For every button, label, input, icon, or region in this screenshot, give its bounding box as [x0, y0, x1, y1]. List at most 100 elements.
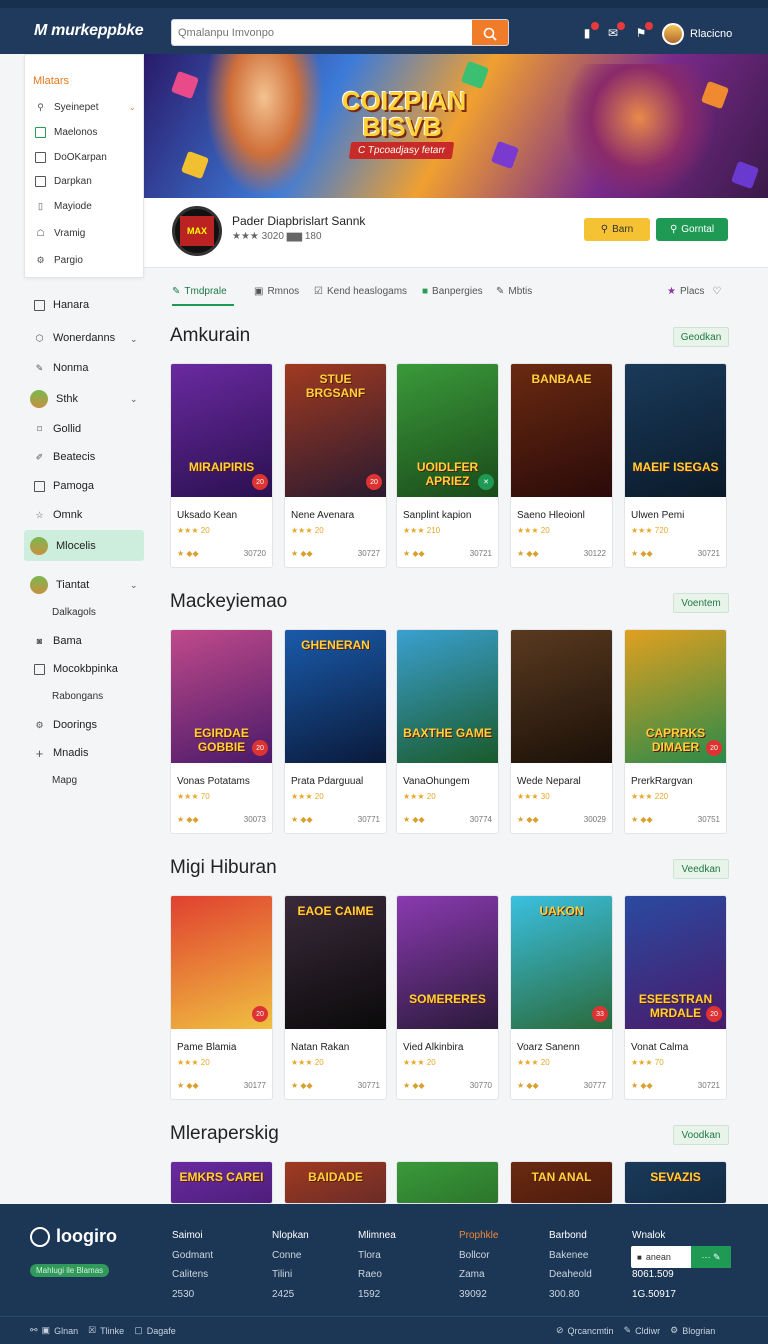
footer-link[interactable]: Bakenee	[549, 1246, 592, 1266]
subscribe-box[interactable]: ■ anean ··· ✎	[631, 1246, 731, 1268]
footer-bottom-link[interactable]: Qrcancmtin	[568, 1326, 614, 1336]
footer-bottom-link[interactable]: Tlinke	[100, 1326, 124, 1336]
footer-link[interactable]: 300.80	[549, 1285, 592, 1305]
primary-action-button[interactable]: ⚲ Barn	[584, 218, 650, 241]
game-title[interactable]: Voarz Sanenn	[517, 1042, 580, 1053]
game-card[interactable]: MAEIF ISEGAS Ulwen Pemi ★★★ 720 ★ ◆◆ 30721	[624, 363, 727, 568]
section-view-more-button[interactable]: Voodkan	[673, 1125, 729, 1145]
game-card[interactable]: BAXTHE GAME VanaOhungem ★★★ 20 ★ ◆◆ 30774	[396, 629, 499, 834]
sidebar-subitem[interactable]: Rabongans	[52, 691, 103, 702]
game-title[interactable]: Vied Alkinbira	[403, 1042, 463, 1053]
footer-link[interactable]: 1592	[358, 1285, 396, 1305]
message-icon[interactable]: ✉	[604, 22, 625, 44]
game-card[interactable]: CAPRRKS DIMAER 20 PrerkRargvan ★★★ 220 ★ ◆◆ 3…	[624, 629, 727, 834]
sidebar-item[interactable]: ⌑ Gollid	[34, 423, 81, 435]
game-title[interactable]: Ulwen Pemi	[631, 510, 684, 521]
game-title[interactable]: Prata Pdarguual	[291, 776, 363, 787]
sidebar-item[interactable]: ⚙ Doorings	[34, 719, 97, 731]
game-card[interactable]: MIRAIPIRIS 20 Uksado Kean ★★★ 20 ★ ◆◆ 30720	[170, 363, 273, 568]
chevron-down-icon[interactable]: ⌄	[130, 334, 138, 345]
sidebar-item[interactable]: + Mnadis	[34, 746, 89, 761]
sidebar-item[interactable]: ◙ Bama	[34, 635, 82, 647]
user-menu[interactable]: Rlacicno	[662, 23, 732, 45]
game-title[interactable]: Nene Avenara	[291, 510, 354, 521]
footer-bottom-link[interactable]: Glnan	[54, 1326, 78, 1336]
game-card[interactable]: TAN ANAL	[510, 1161, 613, 1204]
game-card[interactable]: Wede Neparal ★★★ 30 ★ ◆◆ 30029	[510, 629, 613, 834]
game-card[interactable]: SOMERERES Vied Alkinbira ★★★ 20 ★ ◆◆ 30770	[396, 895, 499, 1100]
tab-rmnos[interactable]: ▣ Rmnos	[254, 286, 299, 297]
footer-link[interactable]: Conne	[272, 1246, 309, 1266]
section-view-more-button[interactable]: Veedkan	[673, 859, 729, 879]
subscribe-button[interactable]: ··· ✎	[691, 1246, 731, 1268]
dropdown-item[interactable]: ▯ Mayiode	[35, 201, 92, 212]
sidebar-item[interactable]: Hanara	[34, 299, 89, 311]
sidebar-item-active[interactable]: Mlocelis	[30, 537, 96, 555]
game-card[interactable]: BAIDADE	[284, 1161, 387, 1204]
game-card[interactable]: BANBAAE Saeno Hleoionl ★★★ 20 ★ ◆◆ 30122	[510, 363, 613, 568]
footer-link[interactable]: Bollcor	[459, 1246, 498, 1266]
footer-link[interactable]: Tilini	[272, 1265, 309, 1285]
footer-link[interactable]: 39092	[459, 1285, 498, 1305]
game-card[interactable]: ESEESTRAN MRDALE 20 Vonat Calma ★★★ 70 ★ ◆◆ 3…	[624, 895, 727, 1100]
sidebar-item[interactable]: ✎ Nonma	[34, 362, 89, 374]
footer-logo[interactable]: loogiro	[30, 1226, 117, 1247]
game-title[interactable]: VanaOhungem	[403, 776, 470, 787]
tab-places[interactable]: ★ Placs ♡	[667, 286, 721, 297]
footer-link[interactable]: Calitens	[172, 1265, 213, 1285]
sidebar-item[interactable]: Mocokbpinka	[34, 663, 118, 675]
game-title[interactable]: Pame Blamia	[177, 1042, 236, 1053]
game-card[interactable]: UAKON 33 Voarz Sanenn ★★★ 20 ★ ◆◆ 30777	[510, 895, 613, 1100]
game-card[interactable]: 20 Pame Blamia ★★★ 20 ★ ◆◆ 30177	[170, 895, 273, 1100]
game-card[interactable]: EAOE CAIME Natan Rakan ★★★ 20 ★ ◆◆ 30771	[284, 895, 387, 1100]
game-card[interactable]: UOIDLFER APRIEZ ✕ Sanplint kapion ★★★ 210 ★ …	[396, 363, 499, 568]
secondary-action-button[interactable]: ⚲ Gorntal	[656, 218, 728, 241]
footer-bottom-link[interactable]: Blogrian	[682, 1326, 715, 1336]
footer-link[interactable]: Zama	[459, 1265, 498, 1285]
game-title[interactable]: Uksado Kean	[177, 510, 237, 521]
footer-link[interactable]: Godmant	[172, 1246, 213, 1266]
dropdown-item[interactable]: ⚙ Pargio	[35, 255, 82, 266]
game-card[interactable]: EGIRDAE GOBBIE 20 Vonas Potatams ★★★ 70 ★ ◆◆…	[170, 629, 273, 834]
sidebar-item[interactable]: Sthk	[30, 390, 78, 408]
dropdown-item[interactable]: Darpkan	[35, 176, 92, 187]
cart-icon[interactable]: ⚑	[632, 22, 653, 44]
footer-link[interactable]: Raeo	[358, 1265, 396, 1285]
tab-heaslogams[interactable]: ☑ Kend heaslogams	[314, 286, 407, 297]
dropdown-item[interactable]: Maelonos	[35, 127, 97, 138]
dropdown-item[interactable]: DoOKarpan	[35, 152, 107, 163]
game-title[interactable]: PrerkRargvan	[631, 776, 693, 787]
footer-bottom-link[interactable]: Cldiwr	[635, 1326, 660, 1336]
footer-link[interactable]: 2425	[272, 1285, 309, 1305]
game-title[interactable]: Sanplint kapion	[403, 510, 471, 521]
game-card[interactable]	[396, 1161, 499, 1204]
dropdown-item[interactable]: ⚲ Syeinepet ⌄	[35, 102, 136, 113]
section-view-more-button[interactable]: Geodkan	[673, 327, 729, 347]
footer-link[interactable]: Deaheold	[549, 1265, 592, 1285]
game-title[interactable]: Wede Neparal	[517, 776, 581, 787]
search-input[interactable]	[172, 20, 472, 45]
game-title[interactable]: Vonat Calma	[631, 1042, 688, 1053]
sidebar-item[interactable]: Pamoga	[34, 480, 94, 492]
tab-banpergies[interactable]: ■ Banpergies	[422, 286, 483, 297]
game-title[interactable]: Vonas Potatams	[177, 776, 250, 787]
sidebar-item[interactable]: ✐ Beatecis	[34, 451, 95, 463]
search-button[interactable]	[472, 20, 508, 45]
game-title[interactable]: Saeno Hleoionl	[517, 510, 585, 521]
footer-link[interactable]: 2530	[172, 1285, 213, 1305]
game-title[interactable]: Natan Rakan	[291, 1042, 349, 1053]
chevron-down-icon[interactable]: ⌄	[130, 580, 138, 591]
sidebar-subitem[interactable]: Dalkagols	[52, 607, 96, 618]
tab-trending[interactable]: ✎ Tmdprale	[172, 286, 227, 297]
game-card[interactable]: EMKRS CAREI	[170, 1161, 273, 1204]
hero-banner[interactable]: COIZPIAN BISVB C Tpcoadjasy fetarr	[144, 54, 768, 198]
game-card[interactable]: GHENERAN Prata Pdarguual ★★★ 20 ★ ◆◆ 30771	[284, 629, 387, 834]
chevron-down-icon[interactable]: ⌄	[130, 394, 138, 405]
sidebar-subitem[interactable]: Mapg	[52, 775, 77, 786]
footer-bottom-link[interactable]: Dagafe	[147, 1326, 176, 1336]
sidebar-item[interactable]: ☆ Omnk	[34, 509, 82, 521]
section-view-more-button[interactable]: Voentem	[673, 593, 729, 613]
game-card[interactable]: SEVAZIS	[624, 1161, 727, 1204]
sidebar-item[interactable]: ⬡ Wonerdanns	[34, 332, 116, 344]
notification-icon[interactable]: ▮	[578, 22, 599, 44]
